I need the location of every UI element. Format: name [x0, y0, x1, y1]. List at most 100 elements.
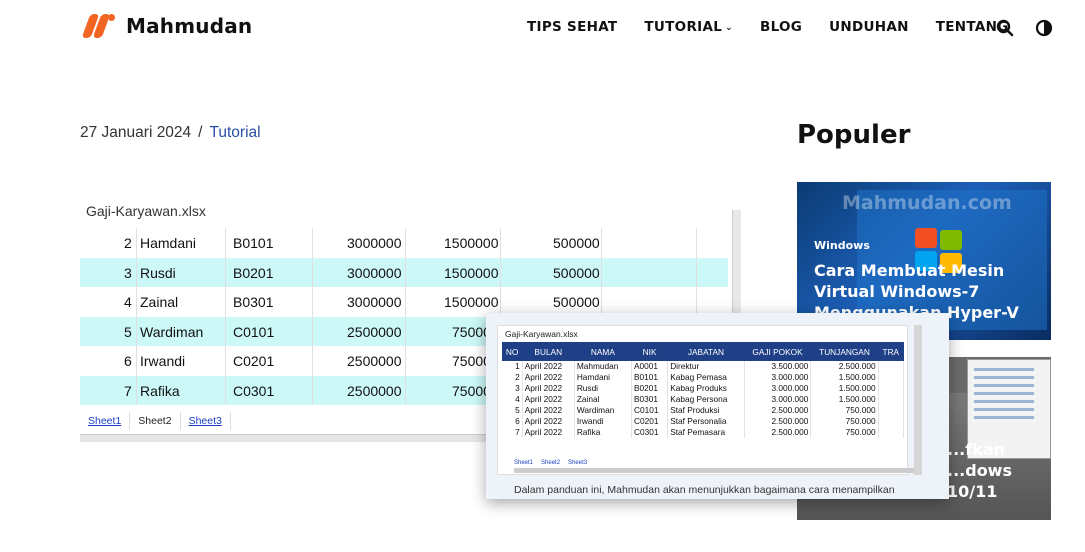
post-category-link[interactable]: Tutorial [209, 124, 260, 141]
cell: 3.000.000 [744, 372, 812, 383]
contrast-toggle-icon[interactable] [1035, 19, 1053, 37]
cell: April 2022 [522, 383, 575, 394]
site-header: Mahmudan TIPS SEHAT TUTORIAL ⌄ BLOG UNDUH… [0, 0, 1085, 56]
table-row: 6 April 2022 Irwandi C0201 Staf Personalia 2.… [502, 416, 905, 427]
col-nama: NAMA [574, 342, 632, 361]
cell: Rusdi [574, 383, 632, 394]
post-date: 27 Januari 2024 [80, 124, 192, 141]
cell: 1.500.000 [810, 394, 879, 405]
popup-tab-sheet1[interactable]: Sheet1 [514, 460, 533, 466]
cell: C0201 [631, 416, 669, 427]
popup-horizontal-scrollbar[interactable] [514, 468, 914, 473]
cell: Mahmudan [574, 361, 632, 372]
card-title[interactable]: ...fkan ...dows 10/11 [947, 439, 1047, 502]
cell: 1.500.000 [810, 383, 879, 394]
cell-tunjangan: 1500000 [444, 235, 499, 251]
col-jabatan: JABATAN [667, 342, 745, 361]
search-icon[interactable] [996, 19, 1014, 37]
cell-gaji: 2500000 [347, 382, 402, 399]
cell-no: 3 [124, 264, 132, 281]
card-watermark: Mahmudan.com [842, 192, 1012, 214]
cell: April 2022 [522, 405, 575, 416]
site-name[interactable]: Mahmudan [126, 14, 252, 38]
cell: 2.500.000 [810, 361, 879, 372]
cell: C0301 [631, 427, 669, 438]
cell: 4 [502, 394, 523, 405]
cell: Staf Pemasara [667, 427, 745, 438]
tab-sheet1[interactable]: Sheet1 [80, 412, 131, 430]
table-row: 3 Rusdi B0201 3000000 1500000 500000 [80, 257, 728, 287]
cell: 750.000 [810, 416, 879, 427]
cell: Irwandi [574, 416, 632, 427]
cell-nama: Zainal [140, 294, 179, 310]
cell: April 2022 [522, 427, 575, 438]
popup-tab-sheet2[interactable]: Sheet2 [541, 460, 560, 466]
cell-nik: B0101 [233, 235, 274, 251]
spreadsheet-filename: Gaji-Karyawan.xlsx [86, 203, 206, 219]
cell-lain: 500000 [553, 235, 600, 251]
table-row: 7 April 2022 Rafika C0301 Staf Pemasara 2.500… [502, 427, 905, 438]
cell-nama: Irwandi [140, 353, 186, 369]
cell-nama: Rusdi [140, 264, 176, 281]
table-row: 5 April 2022 Wardiman C0101 Staf Produksi 2.5… [502, 405, 905, 416]
cell-no: 6 [124, 353, 132, 369]
tab-sheet3[interactable]: Sheet3 [181, 412, 231, 430]
card-category[interactable]: Windows [814, 239, 870, 252]
cell-nik: C0301 [233, 382, 275, 399]
cell: B0201 [631, 383, 669, 394]
cell: B0101 [631, 372, 669, 383]
nav-item-tutorial[interactable]: TUTORIAL ⌄ [644, 19, 733, 35]
popup-sheet-tabs: Sheet1 Sheet2 Sheet3 [514, 460, 587, 466]
cell: April 2022 [522, 372, 575, 383]
cell: C0101 [631, 405, 669, 416]
cell-nama: Wardiman [140, 323, 204, 340]
nav-item-tips-sehat[interactable]: TIPS SEHAT [527, 19, 617, 35]
cell [878, 427, 905, 438]
cell-nama: Rafika [140, 382, 180, 399]
cell [878, 394, 905, 405]
chevron-down-icon: ⌄ [725, 23, 733, 33]
image-preview-popup[interactable]: Gaji-Karyawan.xlsx NO BULAN NAMA NIK JAB… [486, 313, 949, 499]
cell: A0001 [631, 361, 669, 372]
cell [878, 405, 905, 416]
cell-nik: C0101 [233, 323, 275, 340]
cell-gaji: 3000000 [347, 235, 402, 251]
logo-mark-icon [80, 10, 118, 42]
cell: 2 [502, 372, 523, 383]
cell [878, 361, 905, 372]
cell: 750.000 [810, 405, 879, 416]
table-row: 1 April 2022 Mahmudan A0001 Direktur 3.500.00… [502, 361, 905, 372]
popup-tab-sheet3[interactable]: Sheet3 [568, 460, 587, 466]
tab-sheet2[interactable]: Sheet2 [130, 412, 181, 430]
table-row: 3 April 2022 Rusdi B0201 Kabag Produks 3.000.… [502, 383, 905, 394]
cell-no: 5 [124, 323, 132, 340]
cell-nik: C0201 [233, 353, 275, 369]
cell: Wardiman [574, 405, 632, 416]
cell [878, 372, 905, 383]
cell: Staf Produksi [667, 405, 745, 416]
cell-tunjangan: 1500000 [444, 294, 499, 310]
cell: 2.500.000 [744, 427, 812, 438]
cell: Staf Personalia [667, 416, 745, 427]
cell: 5 [502, 405, 523, 416]
popup-caption: Dalam panduan ini, Mahmudan akan menunju… [514, 484, 895, 496]
popup-vertical-scrollbar[interactable] [914, 325, 922, 475]
cell-no: 7 [124, 382, 132, 399]
cell-nik: B0201 [233, 264, 274, 281]
cell-no: 2 [124, 235, 132, 251]
col-gaji-pokok: GAJI POKOK [744, 342, 811, 361]
col-nik: NIK [631, 342, 668, 361]
nav-item-blog[interactable]: BLOG [760, 19, 802, 35]
col-tra: TRA [878, 342, 904, 361]
cell-lain: 500000 [553, 294, 600, 310]
post-meta: 27 Januari 2024 / Tutorial [80, 124, 261, 142]
nav-item-unduhan[interactable]: UNDUHAN [829, 19, 909, 35]
cell: Kabag Produks [667, 383, 745, 394]
cell: 6 [502, 416, 523, 427]
cell: 1.500.000 [810, 372, 879, 383]
site-logo[interactable]: Mahmudan [80, 10, 252, 42]
cell-gaji: 2500000 [347, 323, 402, 340]
col-bulan: BULAN [522, 342, 575, 361]
table-row: 2 Hamdani B0101 3000000 1500000 500000 [80, 228, 728, 258]
popup-table: NO BULAN NAMA NIK JABATAN GAJI POKOK TUN… [502, 342, 905, 438]
